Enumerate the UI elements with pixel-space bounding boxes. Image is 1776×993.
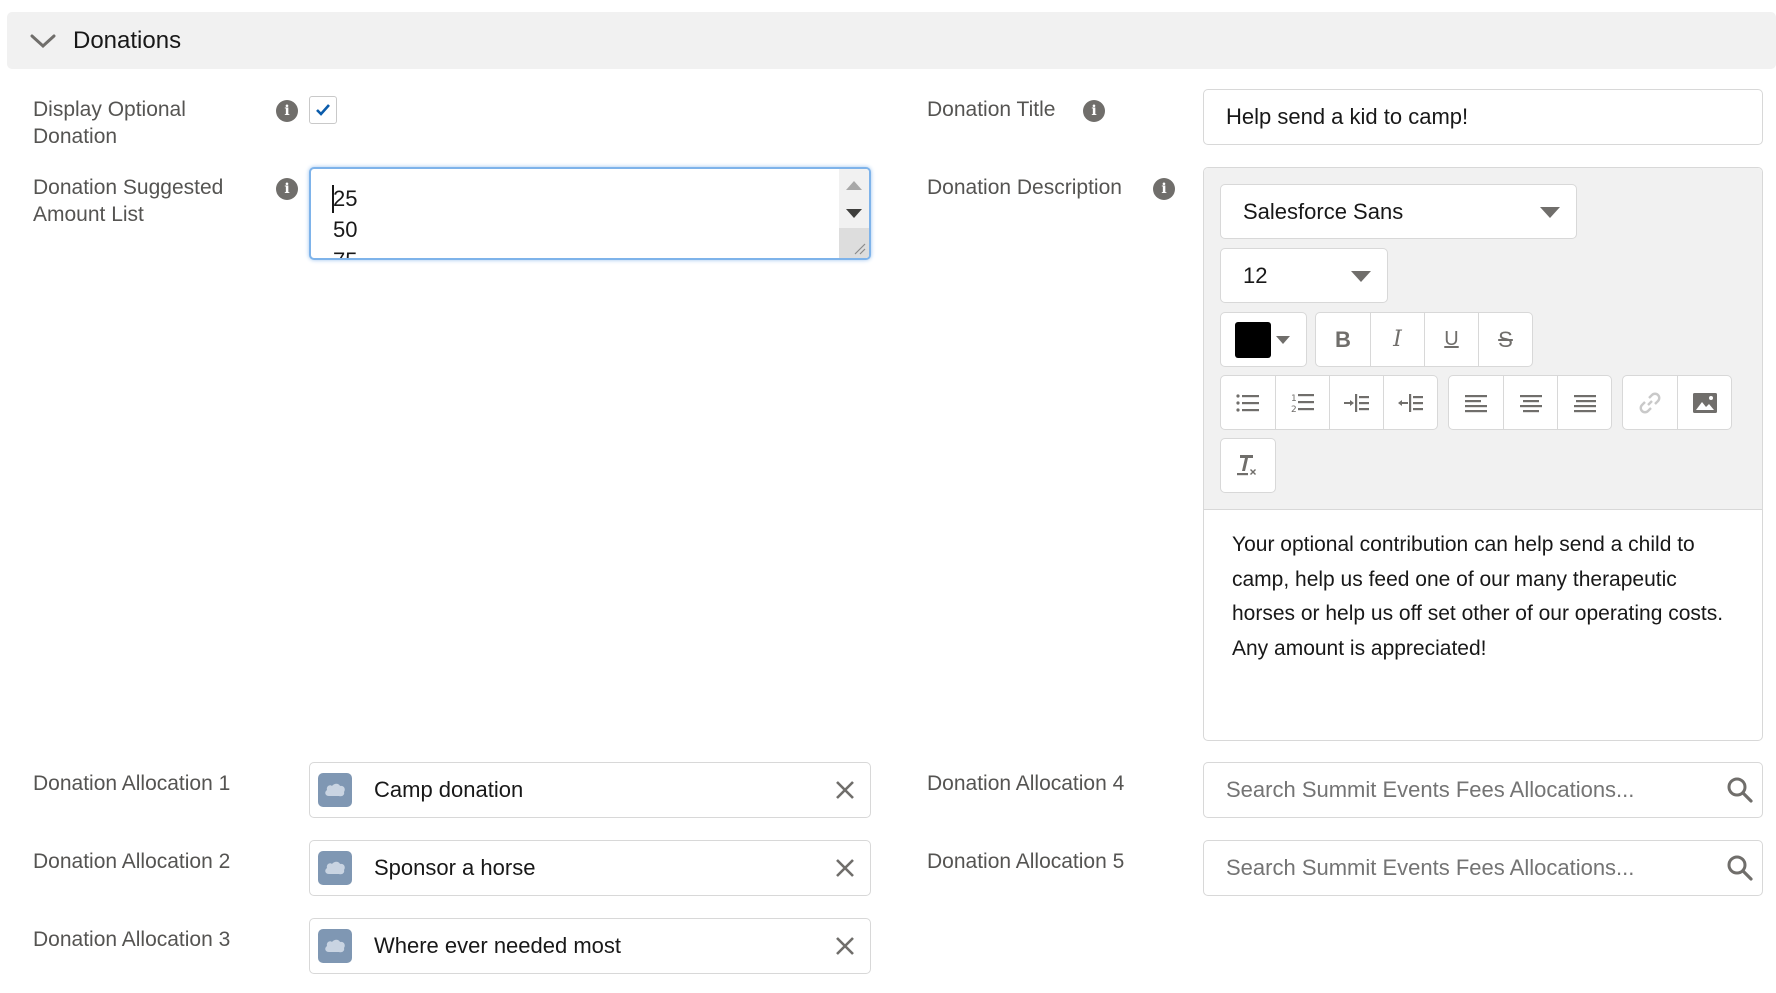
clear-formatting-button[interactable] xyxy=(1221,439,1275,492)
clear-format-button-group xyxy=(1220,438,1276,493)
close-icon[interactable] xyxy=(834,779,856,801)
chevron-down-icon[interactable] xyxy=(29,27,57,55)
link-icon xyxy=(1639,392,1661,413)
allocation-5-search-input[interactable]: Search Summit Events Fees Allocations... xyxy=(1203,840,1763,896)
align-left-icon xyxy=(1465,394,1487,412)
align-center-button[interactable] xyxy=(1503,376,1557,429)
allocation-4-search-input[interactable]: Search Summit Events Fees Allocations... xyxy=(1203,762,1763,818)
text-caret xyxy=(332,185,334,213)
underline-icon: U xyxy=(1444,328,1459,350)
allocation-label: Donation Allocation 3 xyxy=(33,928,231,951)
editor-toolbar: Salesforce Sans 12 B I U S 1 2 xyxy=(1204,168,1762,510)
link-button[interactable] xyxy=(1623,376,1677,429)
suggested-amount-textarea[interactable]: 25 50 75 xyxy=(309,167,871,260)
dropdown-arrow-icon xyxy=(1351,270,1371,282)
allocation-label: Donation Allocation 1 xyxy=(33,772,231,795)
allocation-3-lookup[interactable]: Where ever needed most xyxy=(309,918,871,974)
amount-line: 50 xyxy=(333,217,358,242)
info-icon[interactable]: i xyxy=(1153,178,1175,200)
allocation-label: Donation Allocation 5 xyxy=(927,850,1125,873)
info-icon[interactable]: i xyxy=(276,100,298,122)
salesforce-cloud-icon xyxy=(318,929,352,963)
dropdown-arrow-icon xyxy=(1540,206,1560,218)
numbered-list-icon: 12 xyxy=(1291,393,1314,414)
list-button-group: 12 xyxy=(1220,375,1438,430)
allocation-value: Camp donation xyxy=(374,777,524,802)
donation-description-label: Donation Description xyxy=(927,176,1122,199)
underline-button[interactable]: U xyxy=(1424,313,1478,366)
close-icon[interactable] xyxy=(834,857,856,879)
svg-text:2: 2 xyxy=(1291,405,1297,414)
strikethrough-button[interactable]: S xyxy=(1478,313,1532,366)
image-icon xyxy=(1692,392,1717,413)
outdent-icon xyxy=(1397,393,1423,412)
allocation-value: Where ever needed most xyxy=(374,933,622,958)
strikethrough-icon: S xyxy=(1498,326,1513,352)
numbered-list-button[interactable]: 12 xyxy=(1275,376,1329,429)
display-optional-donation-label: Display Optional Donation xyxy=(33,98,186,148)
search-placeholder: Search Summit Events Fees Allocations... xyxy=(1226,855,1635,880)
checkmark-icon xyxy=(316,104,330,116)
allocation-label: Donation Allocation 2 xyxy=(33,850,231,873)
bulleted-list-button[interactable] xyxy=(1221,376,1275,429)
donation-title-label: Donation Title xyxy=(927,98,1056,121)
info-icon[interactable]: i xyxy=(276,178,298,200)
search-icon[interactable] xyxy=(1726,776,1754,804)
salesforce-cloud-icon xyxy=(318,773,352,807)
bulleted-list-icon xyxy=(1236,393,1259,412)
italic-button[interactable]: I xyxy=(1370,313,1424,366)
section-title: Donations xyxy=(73,26,182,54)
info-icon[interactable]: i xyxy=(1083,100,1105,122)
amount-line: 25 xyxy=(333,186,358,211)
align-left-button[interactable] xyxy=(1449,376,1503,429)
rich-text-editor[interactable]: Salesforce Sans 12 B I U S 1 2 Your opti… xyxy=(1203,167,1763,741)
svg-text:1: 1 xyxy=(1291,394,1297,404)
amount-line: 75 xyxy=(333,245,357,258)
search-placeholder: Search Summit Events Fees Allocations... xyxy=(1226,777,1635,802)
bold-button[interactable]: B xyxy=(1316,313,1370,366)
image-button[interactable] xyxy=(1677,376,1731,429)
resize-grip-icon[interactable] xyxy=(852,241,866,255)
scroll-up-arrow-icon[interactable] xyxy=(846,181,862,190)
section-header-donations[interactable]: Donations xyxy=(7,12,1776,69)
allocation-1-lookup[interactable]: Camp donation xyxy=(309,762,871,818)
outdent-button[interactable] xyxy=(1383,376,1437,429)
font-size-value: 12 xyxy=(1243,262,1268,288)
format-button-group: B I U S xyxy=(1315,312,1533,367)
dropdown-arrow-icon xyxy=(1276,336,1290,344)
display-optional-donation-checkbox[interactable] xyxy=(309,96,337,124)
allocation-label: Donation Allocation 4 xyxy=(927,772,1125,795)
bold-icon: B xyxy=(1335,326,1351,352)
allocation-2-lookup[interactable]: Sponsor a horse xyxy=(309,840,871,896)
salesforce-cloud-icon xyxy=(318,851,352,885)
search-icon[interactable] xyxy=(1726,854,1754,882)
align-right-icon xyxy=(1573,394,1596,412)
donation-title-input[interactable]: Help send a kid to camp! xyxy=(1203,89,1763,145)
indent-button[interactable] xyxy=(1329,376,1383,429)
editor-content[interactable]: Your optional contribution can help send… xyxy=(1232,528,1732,666)
alignment-button-group xyxy=(1448,375,1612,430)
align-right-button[interactable] xyxy=(1557,376,1611,429)
font-family-value: Salesforce Sans xyxy=(1243,198,1404,224)
font-size-select[interactable]: 12 xyxy=(1220,248,1388,303)
insert-button-group xyxy=(1622,375,1732,430)
allocation-value: Sponsor a horse xyxy=(374,855,536,880)
close-icon[interactable] xyxy=(834,935,856,957)
color-swatch xyxy=(1235,322,1271,358)
text-color-picker[interactable] xyxy=(1220,312,1307,367)
align-center-icon xyxy=(1519,394,1542,412)
indent-icon xyxy=(1343,393,1369,412)
font-family-select[interactable]: Salesforce Sans xyxy=(1220,184,1577,239)
italic-icon: I xyxy=(1393,327,1402,352)
clear-formatting-icon xyxy=(1237,454,1256,475)
suggested-amount-list-label: Donation Suggested Amount List xyxy=(33,176,224,226)
scroll-down-arrow-icon[interactable] xyxy=(846,209,862,218)
donation-title-value: Help send a kid to camp! xyxy=(1226,104,1469,129)
